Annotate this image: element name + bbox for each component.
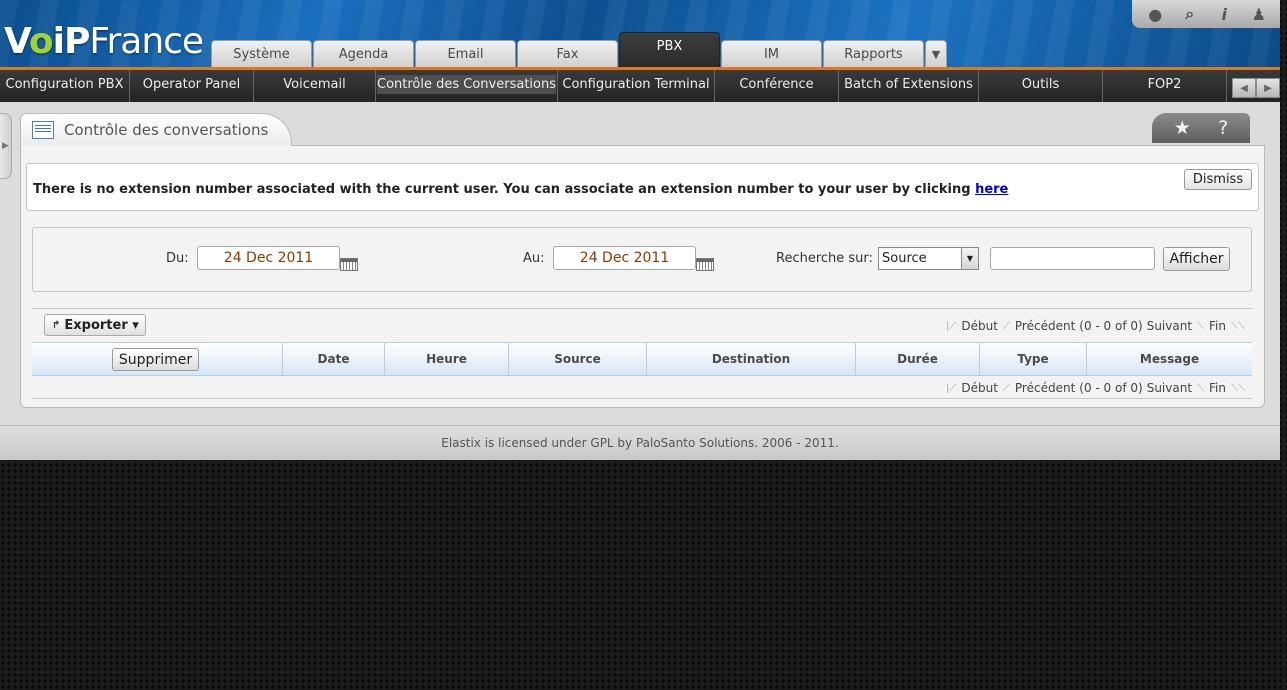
col-source[interactable]: Source [508,343,646,375]
chevron-down-icon[interactable]: ▼ [925,40,947,67]
col-destination[interactable]: Destination [646,343,855,375]
first-page-icon: |⟋ [945,320,957,332]
col-date[interactable]: Date [282,343,384,375]
page-range: (0 - 0 of 0) [1079,381,1143,395]
top-toolbar: ● ⌕ i ♟ [1132,0,1280,28]
subnav-voicemail[interactable]: Voicemail [254,70,376,102]
subnav-fop2[interactable]: FOP2 [1103,70,1227,102]
grid-header: Supprimer Date Heure Source Destination … [32,342,1252,376]
prev-page-link[interactable]: Précédent [1015,319,1075,333]
search-input[interactable] [990,247,1155,270]
results-grid: ↱ Exporter ▾ |⟋ Début ⟋ Précédent (0 - 0… [32,308,1252,399]
panel-title-tab: Contrôle des conversations [20,113,292,146]
prev-page-icon: ⟋ [1002,320,1010,332]
main-tabs: Système Agenda Email Fax PBX IM Rapports… [211,32,947,67]
tab-rapports[interactable]: Rapports [823,40,924,67]
info-icon[interactable]: i [1213,3,1235,25]
first-page-link[interactable]: Début [961,381,998,395]
first-page-icon: |⟋ [945,382,957,394]
last-page-icon: ⟍⟍ [1231,320,1245,332]
to-date-input[interactable]: 24 Dec 2011 [553,246,696,270]
subnav-configuration-terminal[interactable]: Configuration Terminal [558,70,715,102]
sidebar-toggle[interactable]: ▶ [0,113,12,179]
search-field-select[interactable]: Source ▼ [878,247,979,270]
next-page-icon: ⟍ [1197,382,1205,394]
dismiss-button[interactable]: Dismiss [1184,169,1252,190]
last-page-link[interactable]: Fin [1209,319,1226,333]
tab-fax[interactable]: Fax [517,40,618,67]
last-page-link[interactable]: Fin [1209,381,1226,395]
last-page-icon: ⟍⟍ [1231,382,1245,394]
subnav-outils[interactable]: Outils [979,70,1103,102]
chevron-left-icon[interactable]: ◀ [1232,78,1256,98]
next-page-link[interactable]: Suivant [1147,319,1192,333]
drop-icon[interactable]: ● [1144,3,1166,25]
col-select: Supprimer [32,343,282,375]
help-icon[interactable]: ? [1218,117,1228,139]
logo: VoiPFrance [4,21,204,62]
calendar-icon[interactable] [696,258,714,271]
panel-actions: ★ ? [1152,113,1250,143]
next-page-link[interactable]: Suivant [1147,381,1192,395]
page-range: (0 - 0 of 0) [1079,319,1143,333]
subnav-batch-of-extensions[interactable]: Batch of Extensions [839,70,979,102]
tab-pbx[interactable]: PBX [619,32,720,67]
show-button[interactable]: Afficher [1163,247,1230,271]
from-date-input[interactable]: 24 Dec 2011 [197,246,340,270]
tab-systeme[interactable]: Système [211,40,312,67]
footer: Elastix is licensed under GPL by PaloSan… [0,425,1280,460]
header-bar: VoiPFrance ● ⌕ i ♟ Système Agenda Email … [0,0,1280,67]
search-icon[interactable]: ⌕ [1179,3,1201,25]
alert-message: There is no extension number associated … [26,163,1259,211]
tab-email[interactable]: Email [415,40,516,67]
subnav-scroll: ◀ ▶ [1232,78,1280,98]
to-label: Au: [523,251,545,266]
col-heure[interactable]: Heure [384,343,508,375]
next-page-icon: ⟍ [1197,320,1205,332]
alert-text: There is no extension number associated … [33,182,1009,197]
alert-link[interactable]: here [975,182,1008,197]
subnav-conference[interactable]: Conférence [715,70,839,102]
tab-agenda[interactable]: Agenda [313,40,414,67]
user-icon[interactable]: ♟ [1248,3,1270,25]
tab-im[interactable]: IM [721,40,822,67]
pager-bottom: |⟋ Début ⟋ Précédent (0 - 0 of 0) Suivan… [941,381,1250,395]
export-icon: ↱ [52,319,61,331]
first-page-link[interactable]: Début [961,319,998,333]
chevron-down-icon: ▼ [961,248,978,269]
search-on-label: Recherche sur: [776,251,873,266]
list-icon [32,121,54,139]
col-duree[interactable]: Durée [855,343,979,375]
prev-page-link[interactable]: Précédent [1015,381,1075,395]
from-label: Du: [166,251,189,266]
export-button[interactable]: ↱ Exporter ▾ [44,314,146,336]
subnav-configuration-pbx[interactable]: Configuration PBX [0,70,130,102]
app-window: VoiPFrance ● ⌕ i ♟ Système Agenda Email … [0,0,1280,460]
filter-form: Du: 24 Dec 2011 Au: 24 Dec 2011 Recherch… [32,227,1252,292]
star-icon[interactable]: ★ [1174,117,1191,139]
prev-page-icon: ⟋ [1002,382,1010,394]
pager-top: |⟋ Début ⟋ Précédent (0 - 0 of 0) Suivan… [941,319,1250,333]
chevron-right-icon[interactable]: ▶ [1256,78,1280,98]
col-message[interactable]: Message [1086,343,1252,375]
subnav-controle-des-conversations[interactable]: Contrôle des Conversations [376,70,558,102]
delete-button[interactable]: Supprimer [112,348,199,371]
subnav-operator-panel[interactable]: Operator Panel [130,70,254,102]
page-title: Contrôle des conversations [64,121,269,139]
col-type[interactable]: Type [979,343,1086,375]
sub-navigation: Configuration PBX Operator Panel Voicema… [0,67,1280,102]
calendar-icon[interactable] [340,258,358,271]
